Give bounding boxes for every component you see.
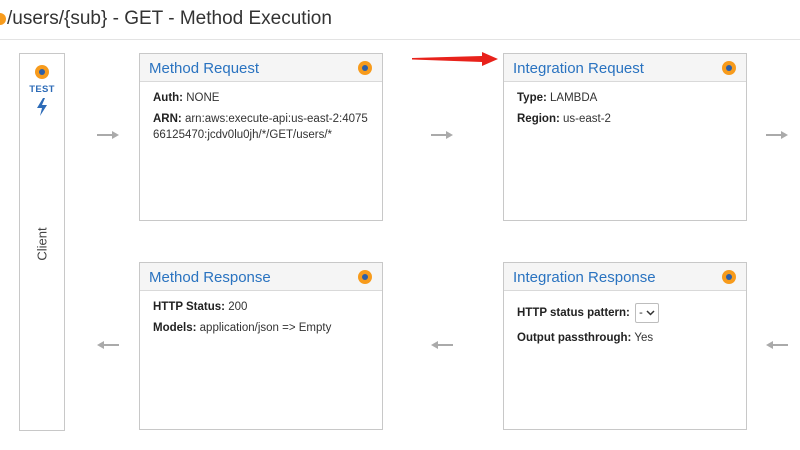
integration-response-link[interactable]: Integration Response	[513, 269, 656, 286]
method-request-link[interactable]: Method Request	[149, 60, 259, 77]
integration-response-panel: Integration Response HTTP status pattern…	[503, 262, 747, 430]
passthrough-value: Yes	[634, 332, 654, 344]
method-request-body: Auth: NONE ARN: arn:aws:execute-api:us-e…	[153, 90, 372, 148]
status-pattern-select[interactable]: -	[635, 303, 660, 323]
client-panel: TEST Client	[19, 53, 65, 431]
method-response-panel: Method Response HTTP Status: 200 Models:…	[139, 262, 383, 430]
type-label: Type:	[517, 92, 547, 104]
region-value: us-east-2	[563, 113, 611, 125]
method-request-header: Method Request	[140, 54, 382, 82]
lightning-icon[interactable]	[35, 98, 49, 116]
method-response-body: HTTP Status: 200 Models: application/jso…	[153, 299, 372, 341]
integration-request-panel: Integration Request Type: LAMBDA Region:…	[503, 53, 747, 221]
method-response-header: Method Response	[140, 263, 382, 291]
annotation-arrow-icon	[412, 52, 498, 66]
arn-row: ARN: arn:aws:execute-api:us-east-2:40756…	[153, 111, 372, 143]
models-value: application/json => Empty	[199, 322, 332, 334]
status-pattern-label: HTTP status pattern:	[517, 307, 630, 320]
arrow-left-icon	[431, 341, 453, 349]
http-status-label: HTTP Status:	[153, 301, 225, 313]
arrow-right-icon	[766, 131, 788, 139]
client-label: Client	[34, 227, 50, 261]
chevron-down-icon	[646, 310, 655, 316]
status-dot-icon	[722, 270, 736, 284]
type-value: LAMBDA	[550, 92, 598, 104]
status-pattern-row: HTTP status pattern: -	[517, 303, 736, 323]
region-row: Region: us-east-2	[517, 111, 736, 127]
passthrough-label: Output passthrough:	[517, 332, 632, 344]
integration-request-header: Integration Request	[504, 54, 746, 82]
page-title: /users/{sub} - GET - Method Execution	[7, 8, 332, 29]
status-dot-icon	[358, 61, 372, 75]
arrow-right-icon	[431, 131, 453, 139]
method-response-link[interactable]: Method Response	[149, 269, 271, 286]
models-label: Models:	[153, 322, 197, 334]
method-request-panel: Method Request Auth: NONE ARN: arn:aws:e…	[139, 53, 383, 221]
integration-response-body: HTTP status pattern: - Output passthroug…	[517, 303, 736, 351]
passthrough-row: Output passthrough: Yes	[517, 330, 736, 346]
type-row: Type: LAMBDA	[517, 90, 736, 106]
arrow-left-icon	[766, 341, 788, 349]
auth-label: Auth:	[153, 92, 184, 104]
arn-label: ARN:	[153, 113, 182, 125]
http-status-value: 200	[228, 301, 248, 313]
http-status-row: HTTP Status: 200	[153, 299, 372, 315]
integration-response-header: Integration Response	[504, 263, 746, 291]
integration-request-body: Type: LAMBDA Region: us-east-2	[517, 90, 736, 132]
integration-request-link[interactable]: Integration Request	[513, 60, 644, 77]
test-link[interactable]: TEST	[20, 84, 64, 95]
region-label: Region:	[517, 113, 560, 125]
arrow-right-icon	[97, 131, 119, 139]
status-dot-icon	[722, 61, 736, 75]
client-indicator-icon	[35, 65, 49, 79]
status-dot-icon	[358, 270, 372, 284]
models-row: Models: application/json => Empty	[153, 320, 372, 336]
auth-value: NONE	[186, 92, 220, 104]
arn-value: arn:aws:execute-api:us-east-2:4075661254…	[153, 113, 368, 141]
page-header: /users/{sub} - GET - Method Execution	[0, 0, 800, 40]
status-dot-icon	[0, 13, 6, 25]
auth-row: Auth: NONE	[153, 90, 372, 106]
arrow-left-icon	[97, 341, 119, 349]
